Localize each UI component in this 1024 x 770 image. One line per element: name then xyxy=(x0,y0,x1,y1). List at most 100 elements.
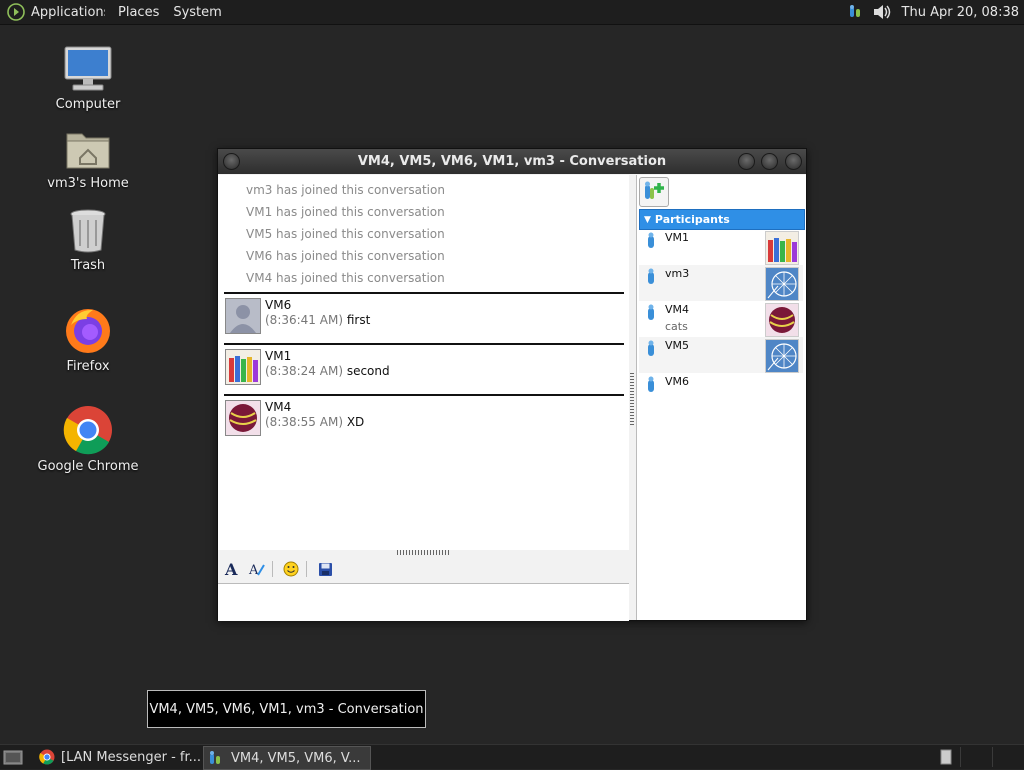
chat-message: VM6 (8:36:41 AM) first xyxy=(224,294,624,336)
message-text: second xyxy=(346,364,390,378)
participant-name: VM5 xyxy=(665,339,690,352)
add-participant-button[interactable] xyxy=(639,177,669,207)
maximize-button[interactable] xyxy=(761,153,778,170)
task-label: [LAN Messenger - fr... xyxy=(61,749,202,765)
message-text: XD xyxy=(346,415,365,429)
chat-history[interactable]: vm3 has joined this conversation VM1 has… xyxy=(218,175,629,550)
system-message: VM1 has joined this conversation xyxy=(246,205,445,219)
participant-status: cats xyxy=(665,320,688,333)
window-title: VM4, VM5, VM6, VM1, vm3 - Conversation xyxy=(357,154,667,169)
conversation-window: VM4, VM5, VM6, VM1, vm3 - Conversation v… xyxy=(217,148,807,621)
participant-name: VM4 xyxy=(665,303,690,316)
participants-label: Participants xyxy=(654,213,730,226)
desktop-icon-computer[interactable]: Computer xyxy=(18,45,158,112)
firefox-icon xyxy=(66,309,110,353)
window-tooltip: VM4, VM5, VM6, VM1, vm3 - Conversation xyxy=(147,690,426,728)
participant-name: vm3 xyxy=(665,267,690,280)
volume-icon[interactable] xyxy=(872,2,894,22)
font-icon: A xyxy=(224,561,238,577)
avatar xyxy=(225,400,261,436)
participant-item[interactable]: VM1 xyxy=(639,229,803,265)
chat-message: VM1 (8:38:24 AM) second xyxy=(224,345,624,387)
toolbar-separator xyxy=(272,561,273,577)
system-message: VM5 has joined this conversation xyxy=(246,227,445,241)
chrome-icon xyxy=(63,406,112,455)
participant-avatar xyxy=(765,267,799,301)
user-online-icon xyxy=(648,376,654,392)
participant-item[interactable]: VM4 cats xyxy=(639,301,803,337)
participant-item[interactable]: vm3 xyxy=(639,265,803,301)
participant-name: VM1 xyxy=(665,231,690,244)
message-sender: VM6 xyxy=(265,298,292,312)
desktop-icon-trash[interactable]: Trash xyxy=(18,208,158,273)
window-titlebar[interactable]: VM4, VM5, VM6, VM1, vm3 - Conversation xyxy=(218,149,806,174)
vertical-splitter-handle[interactable] xyxy=(630,371,634,425)
format-toolbar: A A xyxy=(218,556,629,582)
desktop-icon-label: vm3's Home xyxy=(47,176,129,191)
participant-item[interactable]: VM5 xyxy=(639,337,803,373)
participant-avatar xyxy=(765,339,799,373)
workspace-2[interactable] xyxy=(960,747,992,767)
messenger-icon xyxy=(210,751,220,764)
message-text: first xyxy=(346,313,371,327)
show-desktop-icon[interactable] xyxy=(3,748,23,766)
font-color-icon: A xyxy=(248,563,265,577)
ball-avatar-icon xyxy=(766,304,798,336)
workspace-3[interactable] xyxy=(992,747,1024,767)
message-input[interactable] xyxy=(218,583,629,621)
top-panel: Applications Places System Thu Apr 20, 0… xyxy=(0,0,1024,25)
message-line: (8:38:55 AM) XD xyxy=(265,415,364,429)
horizontal-splitter-handle[interactable] xyxy=(397,550,451,555)
menu-places[interactable]: Places xyxy=(118,5,159,20)
ferris-wheel-avatar-icon xyxy=(766,340,798,372)
avatar xyxy=(225,349,261,385)
system-message: VM6 has joined this conversation xyxy=(246,249,445,263)
chat-message: VM4 (8:38:55 AM) XD xyxy=(224,396,624,438)
save-button[interactable] xyxy=(314,558,336,580)
participants-panel: ▼ Participants VM1 vm3 VM4 cats VM5 VM6 xyxy=(636,175,806,620)
message-sender: VM4 xyxy=(265,400,292,414)
clock[interactable]: Thu Apr 20, 08:38 xyxy=(902,5,1019,20)
message-sender: VM1 xyxy=(265,349,292,363)
workspace-indicator-icon[interactable] xyxy=(940,749,952,765)
message-time: (8:38:55 AM) xyxy=(265,415,343,429)
user-online-icon xyxy=(648,340,654,356)
menu-system[interactable]: System xyxy=(173,5,221,20)
mate-logo-icon[interactable] xyxy=(7,3,25,21)
participant-avatar xyxy=(765,231,799,265)
message-time: (8:36:41 AM) xyxy=(265,313,343,327)
participant-avatar xyxy=(765,303,799,337)
avatar xyxy=(225,298,261,334)
messenger-tray-icon[interactable] xyxy=(848,4,864,20)
bottom-taskbar: [LAN Messenger - fr... VM4, VM5, VM6, V.… xyxy=(0,744,1024,770)
ferris-wheel-avatar-icon xyxy=(766,268,798,300)
svg-text:A: A xyxy=(224,561,238,577)
close-button[interactable] xyxy=(785,153,802,170)
task-conversation[interactable]: VM4, VM5, VM6, V... xyxy=(203,746,371,770)
font-button[interactable]: A xyxy=(221,558,243,580)
participants-group-header[interactable]: ▼ Participants xyxy=(639,209,805,230)
minimize-button[interactable] xyxy=(738,153,755,170)
emoticon-button[interactable] xyxy=(280,558,302,580)
window-menu-button[interactable] xyxy=(223,153,240,170)
participant-item[interactable]: VM6 xyxy=(639,373,803,409)
task-lan-messenger[interactable]: [LAN Messenger - fr... xyxy=(36,746,202,768)
desktop-icon-firefox[interactable]: Firefox xyxy=(18,305,158,374)
font-color-button[interactable]: A xyxy=(246,558,268,580)
add-user-icon xyxy=(645,181,664,199)
desktop-icon-label: Firefox xyxy=(66,359,110,374)
crayons-avatar-icon xyxy=(226,350,260,384)
desktop-icon-label: Computer xyxy=(55,97,121,112)
menu-applications[interactable]: Applications xyxy=(31,5,105,20)
desktop-icon-chrome[interactable]: Google Chrome xyxy=(18,405,158,474)
system-message: VM4 has joined this conversation xyxy=(246,271,445,285)
message-line: (8:36:41 AM) first xyxy=(265,313,370,327)
desktop-icon-home[interactable]: vm3's Home xyxy=(18,128,158,191)
chrome-icon xyxy=(39,749,55,765)
user-online-icon xyxy=(648,304,654,320)
task-label: VM4, VM5, VM6, V... xyxy=(231,750,361,766)
ball-avatar-icon xyxy=(226,401,260,435)
system-tray: Thu Apr 20, 08:38 xyxy=(848,0,1024,24)
trash-icon xyxy=(70,209,106,253)
desktop-icon-label: Google Chrome xyxy=(37,459,139,474)
